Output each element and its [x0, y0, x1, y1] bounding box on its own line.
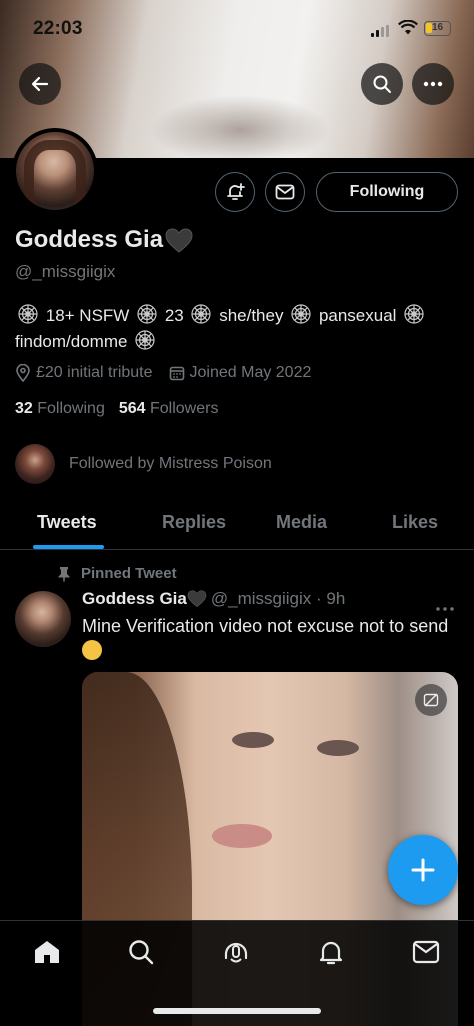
sensitive-media-icon[interactable]	[415, 684, 447, 716]
web-icon	[135, 330, 155, 350]
message-button[interactable]	[265, 172, 305, 212]
nav-notifications[interactable]	[316, 937, 346, 967]
profile-location: £20 initial tribute	[15, 364, 153, 382]
battery-icon: 16	[424, 21, 451, 36]
profile-meta: £20 initial tribute Joined May 2022	[15, 364, 327, 382]
bio-part: 23	[164, 306, 184, 325]
web-icon	[291, 304, 311, 324]
status-time: 22:03	[33, 18, 83, 39]
bio-part: she/they	[219, 306, 284, 325]
notifications-button[interactable]	[215, 172, 255, 212]
home-icon	[35, 941, 59, 963]
profile-avatar[interactable]	[12, 128, 98, 214]
search-button[interactable]	[361, 63, 403, 105]
plus-icon	[411, 858, 435, 882]
web-icon	[137, 304, 157, 324]
more-icon	[436, 607, 454, 611]
back-button[interactable]	[19, 63, 61, 105]
status-bar: 22:03 16	[0, 0, 474, 58]
compose-tweet-button[interactable]	[388, 835, 458, 905]
nav-search[interactable]	[126, 937, 156, 967]
calendar-icon	[169, 366, 184, 381]
envelope-icon	[275, 184, 295, 200]
tweet-handle-time: @_missgiigix · 9h	[210, 589, 346, 608]
profile-joined: Joined May 2022	[169, 364, 312, 382]
bio-part: 18+ NSFW	[45, 306, 130, 325]
nav-home[interactable]	[32, 937, 62, 967]
followers-count: 564	[118, 400, 146, 417]
home-indicator	[153, 1008, 321, 1014]
spaces-icon	[224, 942, 248, 963]
smirk-emoji-icon	[82, 640, 102, 660]
nav-spaces[interactable]	[221, 937, 251, 967]
tab-indicator	[33, 545, 104, 549]
location-icon	[16, 364, 30, 382]
followed-by[interactable]: Followed by Mistress Poison	[15, 444, 272, 484]
follower-avatar	[15, 444, 55, 484]
back-arrow-icon	[31, 76, 49, 92]
tab-replies[interactable]: Replies	[162, 512, 226, 533]
search-icon	[129, 940, 154, 965]
mail-icon	[412, 940, 440, 964]
tweet-text: Mine Verification video not excuse not t…	[82, 614, 454, 664]
followers-label: Followers	[150, 400, 219, 417]
pinned-text: Pinned Tweet	[81, 565, 177, 582]
bell-plus-icon	[227, 183, 245, 200]
web-icon	[191, 304, 212, 324]
pinned-label: Pinned Tweet	[57, 565, 177, 582]
profile-handle: @_missgiigix	[15, 262, 116, 281]
following-link[interactable]: 32 Following	[15, 400, 105, 417]
tweet-author-name: Goddess Gia	[82, 589, 187, 608]
search-icon	[373, 75, 391, 93]
tweet-avatar[interactable]	[15, 591, 71, 647]
heart-icon	[165, 228, 193, 253]
follow-counts: 32 Following 564 Followers	[15, 400, 218, 418]
more-button[interactable]	[412, 63, 454, 105]
followed-by-text: Followed by Mistress Poison	[69, 455, 272, 472]
tab-likes[interactable]: Likes	[392, 512, 438, 533]
more-icon	[423, 81, 443, 87]
tab-media[interactable]: Media	[276, 512, 327, 533]
joined-text: Joined May 2022	[189, 364, 312, 381]
signal-icon	[371, 25, 389, 37]
profile-name-row: Goddess Gia	[15, 226, 193, 254]
web-icon	[404, 304, 424, 324]
following-count: 32	[15, 400, 33, 417]
profile-name: Goddess Gia	[15, 226, 164, 253]
battery-level: 16	[432, 22, 444, 33]
following-button[interactable]: Following	[316, 172, 458, 212]
followers-link[interactable]: 564 Followers	[119, 400, 219, 417]
nav-messages[interactable]	[411, 937, 441, 967]
bell-icon	[319, 941, 343, 965]
tab-tweets[interactable]: Tweets	[37, 512, 97, 533]
pin-icon	[58, 566, 70, 581]
heart-icon	[187, 590, 207, 608]
profile-tabs: Tweets Replies Media Likes	[0, 500, 474, 550]
web-icon	[18, 304, 38, 324]
bio-part: pansexual	[318, 306, 397, 325]
tweet-body: Mine Verification video not excuse not t…	[82, 616, 449, 636]
location-text: £20 initial tribute	[36, 364, 153, 381]
profile-bio: 18+ NSFW 23 she/they pansexual findom/do…	[15, 303, 460, 355]
banner-shade	[150, 95, 330, 158]
bio-part: findom/domme	[15, 332, 128, 351]
wifi-icon	[398, 20, 418, 35]
following-label: Following	[37, 400, 105, 417]
tweet-header: Goddess Gia @_missgiigix · 9h	[82, 589, 345, 609]
